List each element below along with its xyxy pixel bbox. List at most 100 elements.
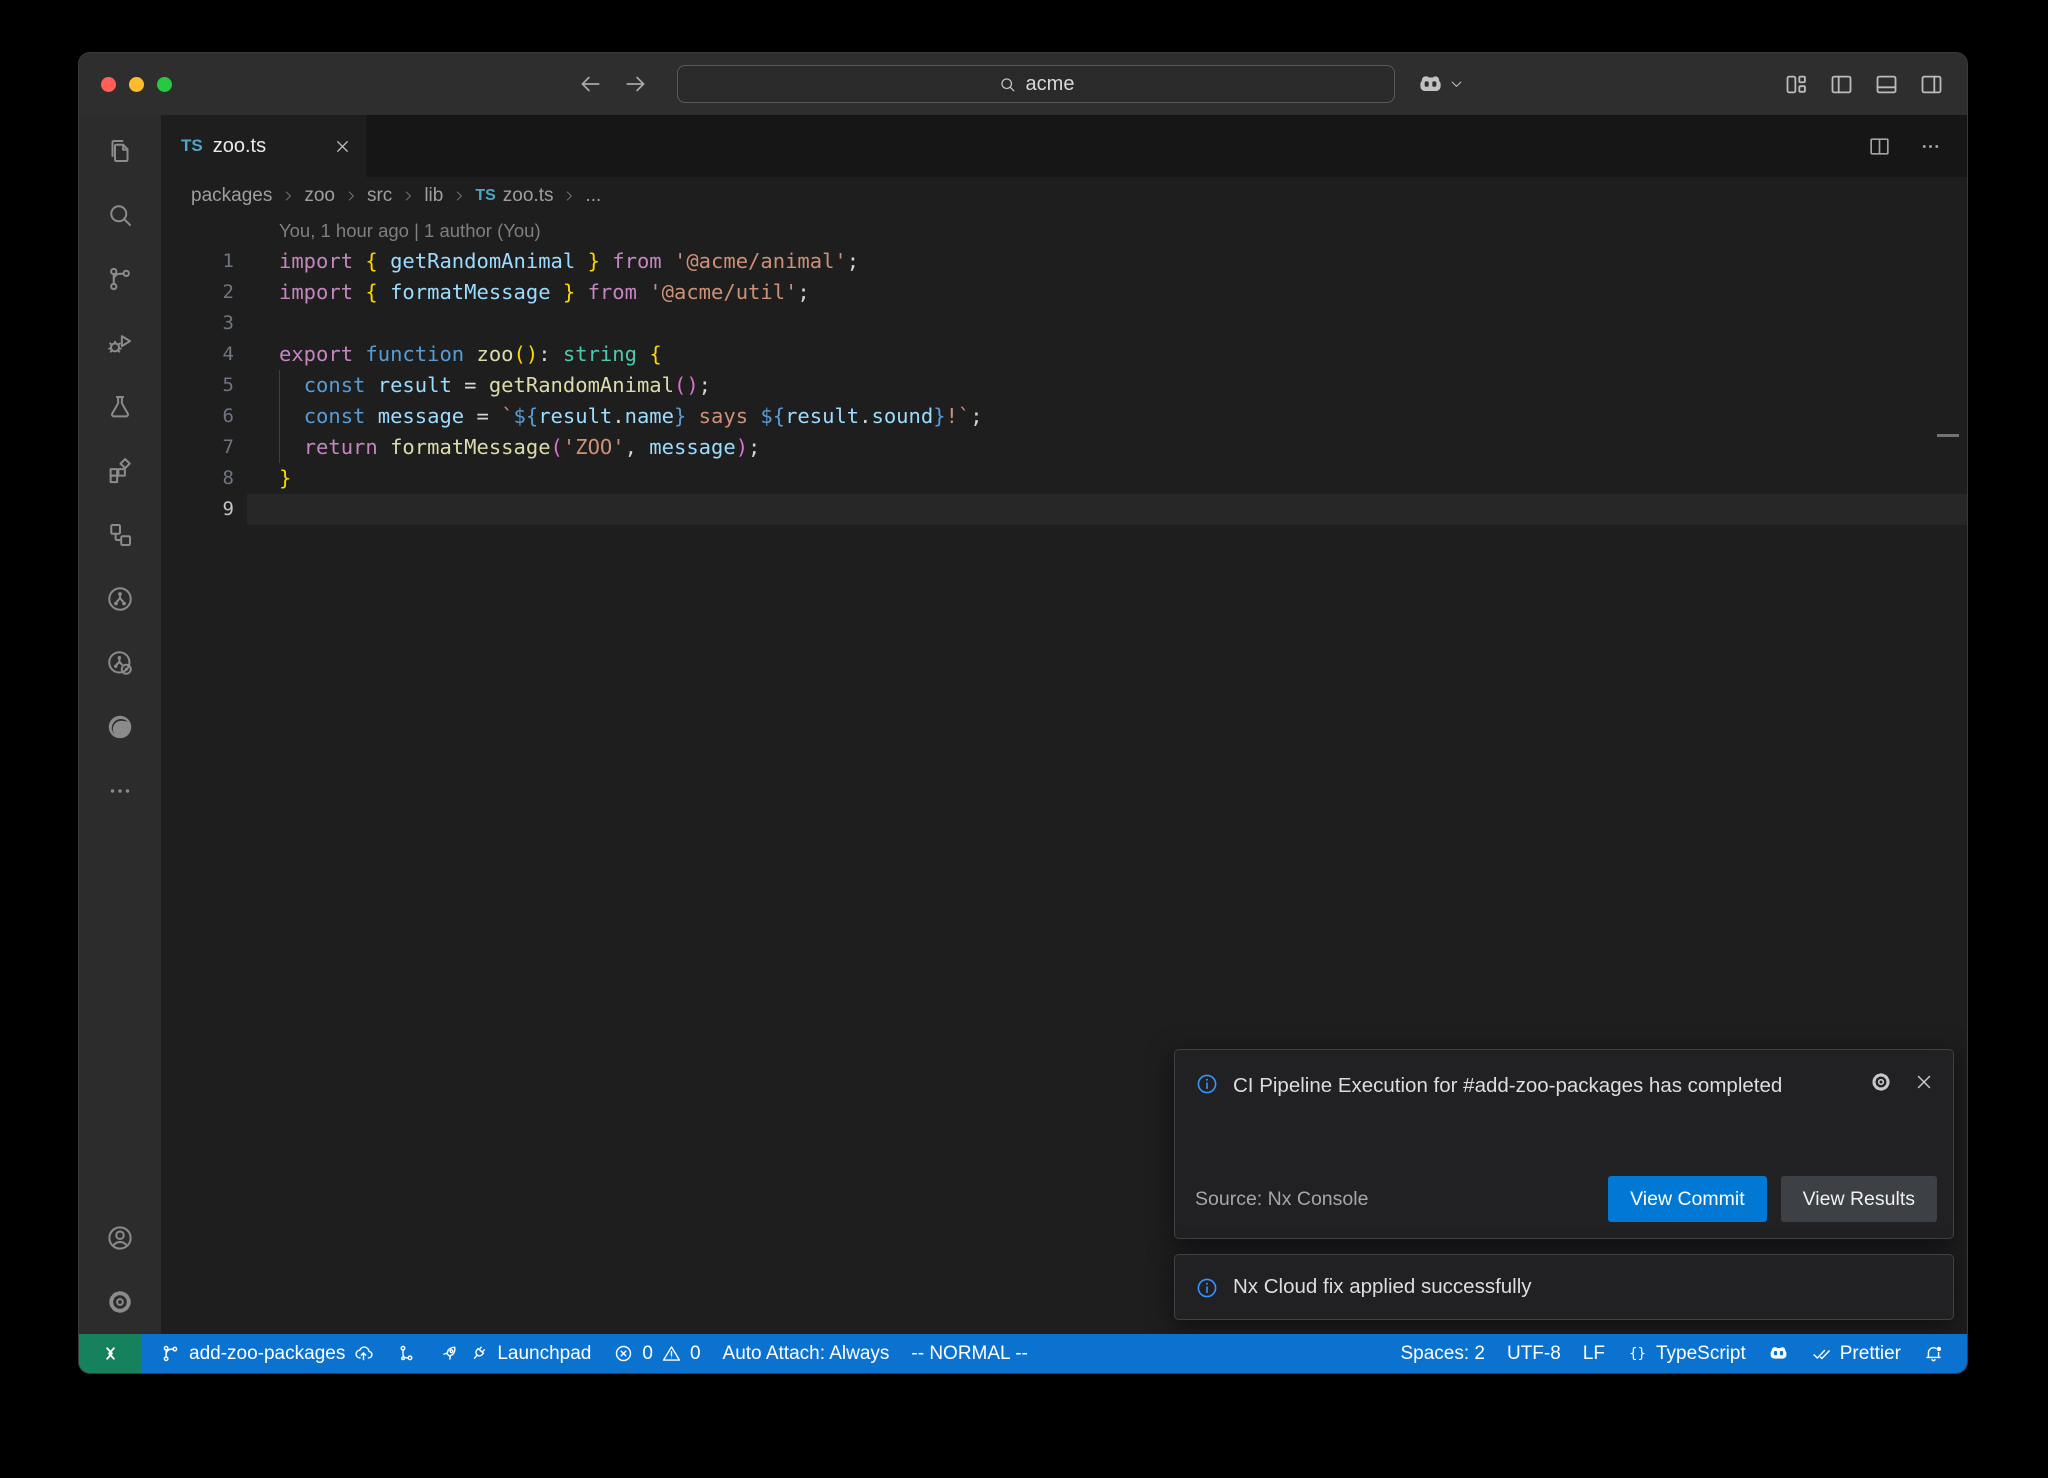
statusbar-indentation[interactable]: Spaces: 2 bbox=[1389, 1334, 1496, 1373]
extensions-icon bbox=[105, 456, 135, 486]
gear-icon bbox=[105, 1287, 135, 1317]
scm-graph-icon bbox=[396, 1343, 417, 1364]
statusbar-notifications-bell[interactable] bbox=[1912, 1334, 1955, 1373]
double-check-icon bbox=[1811, 1343, 1832, 1364]
statusbar-vim-mode-label: -- NORMAL -- bbox=[911, 1343, 1027, 1365]
statusbar-branch-status[interactable]: add-zoo-packages bbox=[149, 1334, 385, 1373]
statusbar-vim-mode[interactable]: -- NORMAL -- bbox=[900, 1334, 1038, 1373]
notification-close-icon[interactable] bbox=[1913, 1071, 1935, 1093]
breadcrumb-item-src[interactable]: src bbox=[367, 185, 392, 207]
code-line[interactable]: 4export function zoo(): string { bbox=[161, 339, 1967, 370]
line-number: 1 bbox=[161, 246, 234, 277]
code-line[interactable]: 8} bbox=[161, 463, 1967, 494]
title-bar: acme bbox=[79, 53, 1967, 115]
sidebar-item-source-control[interactable] bbox=[79, 247, 161, 311]
command-center[interactable]: acme bbox=[677, 65, 1395, 103]
layout-panel-icon[interactable] bbox=[1873, 71, 1900, 98]
breadcrumb-item-lib[interactable]: lib bbox=[424, 185, 443, 207]
nx-console-icon bbox=[105, 584, 135, 614]
code-line[interactable]: 3 bbox=[161, 308, 1967, 339]
statusbar-indentation-label: Spaces: 2 bbox=[1400, 1343, 1485, 1365]
notification-toast-ci-pipeline: CI Pipeline Execution for #add-zoo-packa… bbox=[1174, 1049, 1954, 1239]
statusbar-auto-attach-label: Auto Attach: Always bbox=[723, 1343, 890, 1365]
sidebar-item-nx-console[interactable] bbox=[79, 567, 161, 631]
code-line[interactable]: 9 bbox=[161, 494, 1967, 525]
view-commit-button[interactable]: View Commit bbox=[1608, 1176, 1767, 1222]
sidebar-item-more-views[interactable] bbox=[79, 759, 161, 823]
close-window-button[interactable] bbox=[101, 77, 116, 92]
layout-icon[interactable] bbox=[1783, 71, 1810, 98]
more-icon bbox=[105, 776, 135, 806]
statusbar-scm-graph[interactable] bbox=[385, 1334, 428, 1373]
code-text: import { getRandomAnimal } from '@acme/a… bbox=[279, 246, 859, 277]
statusbar-problems[interactable]: 00 bbox=[602, 1334, 711, 1373]
editor-more-actions-icon[interactable] bbox=[1918, 134, 1943, 159]
layout-sidebar-left-icon[interactable] bbox=[1828, 71, 1855, 98]
copilot-icon bbox=[1417, 71, 1444, 98]
statusbar-language-mode-label: TypeScript bbox=[1656, 1343, 1746, 1365]
references-icon bbox=[105, 520, 135, 550]
code-text: } bbox=[279, 463, 291, 494]
copilot-menu[interactable] bbox=[1417, 53, 1464, 115]
tab-bar: TS zoo.ts bbox=[161, 115, 1967, 177]
code-line[interactable]: 1 import { getRandomAnimal } from '@acme/… bbox=[161, 246, 1967, 277]
chevron-right-icon bbox=[281, 189, 295, 203]
code-line[interactable]: 6 const message = `${result.name} says $… bbox=[161, 401, 1967, 432]
sidebar-item-project-references[interactable] bbox=[79, 503, 161, 567]
line-number: 2 bbox=[161, 277, 234, 308]
git-blame-annotation: You, 1 hour ago | 1 author (You) bbox=[279, 215, 541, 246]
notification-toast-nx-cloud: Nx Cloud fix applied successfully bbox=[1174, 1254, 1954, 1320]
code-line[interactable]: 2import { formatMessage } from '@acme/ut… bbox=[161, 277, 1967, 308]
files-icon bbox=[105, 136, 135, 166]
sidebar-item-extensions[interactable] bbox=[79, 439, 161, 503]
breadcrumb-item-zoo[interactable]: zoo bbox=[304, 185, 335, 207]
notification-settings-gear-icon[interactable] bbox=[1869, 1070, 1893, 1094]
statusbar-auto-attach[interactable]: Auto Attach: Always bbox=[712, 1334, 901, 1373]
tab-label: zoo.ts bbox=[213, 135, 323, 158]
zoom-window-button[interactable] bbox=[157, 77, 172, 92]
code-line[interactable]: 5 const result = getRandomAnimal(); bbox=[161, 370, 1967, 401]
statusbar-branch-status-label: add-zoo-packages bbox=[189, 1343, 345, 1365]
breadcrumb-item-zoots[interactable]: TSzoo.ts bbox=[475, 185, 553, 207]
code-text: const result = getRandomAnimal(); bbox=[279, 370, 711, 401]
remote-indicator[interactable] bbox=[79, 1334, 141, 1373]
split-editor-icon[interactable] bbox=[1867, 134, 1892, 159]
sidebar-item-search[interactable] bbox=[79, 183, 161, 247]
breadcrumb-item-packages[interactable]: packages bbox=[191, 185, 272, 207]
statusbar-language-mode[interactable]: {}TypeScript bbox=[1616, 1334, 1757, 1373]
titlebar-layout-controls bbox=[1783, 53, 1945, 115]
line-number: 3 bbox=[161, 308, 234, 339]
statusbar-eol[interactable]: LF bbox=[1572, 1334, 1616, 1373]
chevron-down-icon bbox=[1449, 77, 1464, 92]
sidebar-item-testing[interactable] bbox=[79, 375, 161, 439]
minimize-window-button[interactable] bbox=[129, 77, 144, 92]
nx-cloud-icon bbox=[105, 648, 135, 678]
statusbar-formatter[interactable]: Prettier bbox=[1800, 1334, 1912, 1373]
line-number: 6 bbox=[161, 401, 234, 432]
close-tab-icon[interactable] bbox=[333, 137, 352, 156]
traffic-lights bbox=[101, 53, 172, 115]
sidebar-item-accounts[interactable] bbox=[79, 1206, 161, 1270]
code-line[interactable]: 7 return formatMessage('ZOO', message); bbox=[161, 432, 1967, 463]
chevron-right-icon bbox=[401, 189, 415, 203]
statusbar-copilot-status[interactable] bbox=[1757, 1334, 1800, 1373]
view-results-button[interactable]: View Results bbox=[1781, 1176, 1937, 1222]
statusbar-encoding[interactable]: UTF-8 bbox=[1496, 1334, 1572, 1373]
sidebar-item-edge-devtools[interactable] bbox=[79, 695, 161, 759]
forward-icon[interactable] bbox=[623, 71, 649, 97]
notification-message: Nx Cloud fix applied successfully bbox=[1233, 1271, 1532, 1302]
sidebar-item-settings[interactable] bbox=[79, 1270, 161, 1334]
tab-zoo-ts[interactable]: TS zoo.ts bbox=[161, 115, 366, 177]
edge-icon bbox=[105, 712, 135, 742]
statusbar-launchpad[interactable]: Launchpad bbox=[428, 1334, 602, 1373]
sidebar-item-run-and-debug[interactable] bbox=[79, 311, 161, 375]
layout-sidebar-right-icon[interactable] bbox=[1918, 71, 1945, 98]
testing-icon bbox=[105, 392, 135, 422]
breadcrumb-item-[interactable]: ... bbox=[585, 185, 601, 207]
sidebar-item-explorer[interactable] bbox=[79, 119, 161, 183]
sidebar-item-nx-cloud[interactable] bbox=[79, 631, 161, 695]
statusbar-launchpad-label: Launchpad bbox=[497, 1343, 591, 1365]
line-number: 5 bbox=[161, 370, 234, 401]
plug-icon bbox=[468, 1343, 489, 1364]
back-icon[interactable] bbox=[577, 71, 603, 97]
